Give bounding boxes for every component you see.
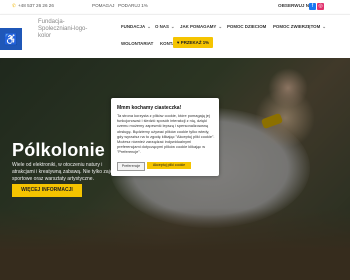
site-logo[interactable]: Fundacja-Spoleczniani-logo-kolor (38, 19, 96, 53)
podaruj-link[interactable]: PODARUJ 1% (118, 3, 148, 8)
cookie-consent-dialog: Mmm kochamy ciasteczka! Ta strona korzys… (111, 98, 219, 176)
heart-icon: ♥ (176, 40, 180, 45)
logo-alt-text: Fundacja-Spoleczniani-logo-kolor (38, 19, 88, 39)
nav-pomoc-dzieciom[interactable]: POMOC DZIECIOM (227, 24, 266, 29)
more-info-button[interactable]: WIĘCEJ INFORMACJI (12, 184, 82, 197)
donate-button[interactable]: ♥ PRZEKAŻ 1% (173, 37, 213, 48)
phone-icon: ✆ (12, 3, 16, 8)
nav-pomoc-zwierzetom[interactable]: POMOC ZWIERZĘTOM ⌄ (273, 24, 326, 30)
accessibility-icon[interactable]: ♿ (0, 28, 22, 50)
nav-jak-pomagamy[interactable]: JAK POMAGAMY ⌄ (180, 24, 222, 30)
nav-wolontariat[interactable]: WOLONTARIAT (121, 41, 153, 46)
chevron-down-icon: ⌄ (147, 24, 151, 29)
top-bar: ✆ +48 537 26 26 26 POMAGAJ PODARUJ 1% OB… (0, 0, 350, 14)
cookie-text: Ta strona korzysta z plików cookie, któr… (117, 113, 215, 155)
hero-description: Wiele od elektroniki, w otoczeniu natury… (12, 162, 119, 182)
facebook-icon[interactable]: f (309, 3, 316, 10)
chevron-down-icon: ⌄ (218, 24, 223, 29)
instagram-icon[interactable]: ◎ (317, 3, 324, 10)
pomagaj-link[interactable]: POMAGAJ (92, 3, 114, 8)
cookie-title: Mmm kochamy ciasteczka! (117, 105, 182, 111)
cookie-accept-button[interactable]: Akceptuj pliki cookie (147, 162, 191, 169)
cookie-preferences-button[interactable]: Preferencje (117, 162, 145, 171)
chevron-down-icon: ⌄ (170, 24, 175, 29)
phone-number[interactable]: +48 537 26 26 26 (18, 3, 54, 8)
nav-fundacja[interactable]: FUNDACJA ⌄ (121, 24, 151, 30)
nav-o-nas[interactable]: O NAS ⌄ (155, 24, 175, 30)
hero-title: Pólkolonie (12, 140, 106, 160)
chevron-down-icon: ⌄ (322, 24, 326, 29)
